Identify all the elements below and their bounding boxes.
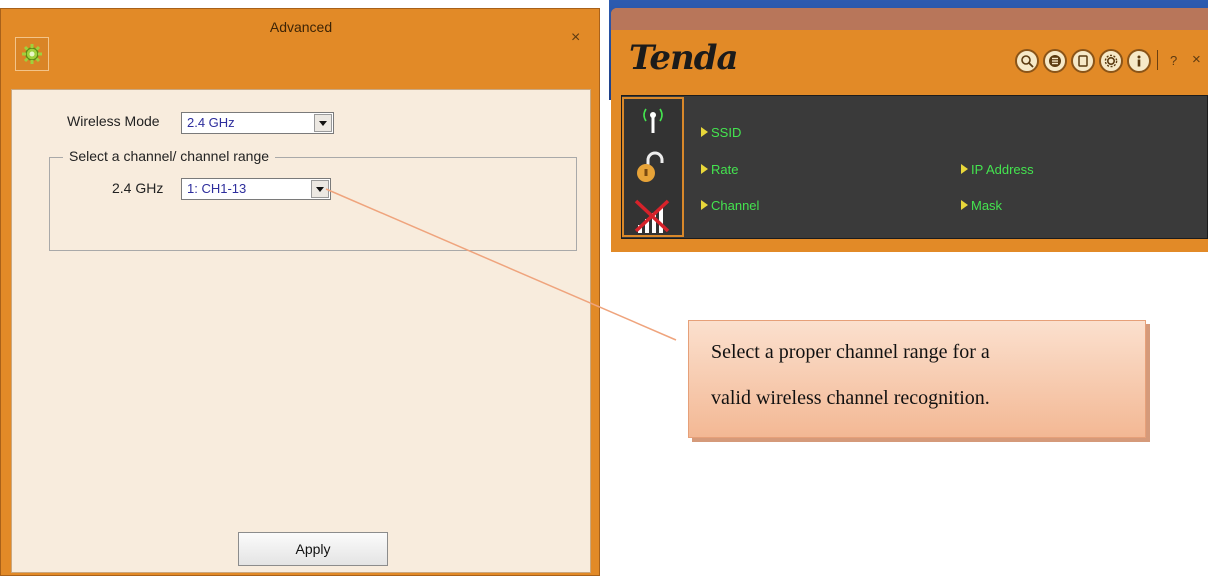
callout-pointer-line bbox=[325, 188, 677, 341]
callout-line-2: valid wireless channel recognition. bbox=[711, 387, 990, 409]
callout-box: Select a proper channel range for a vali… bbox=[688, 320, 1146, 438]
callout-line-1: Select a proper channel range for a bbox=[711, 341, 990, 363]
